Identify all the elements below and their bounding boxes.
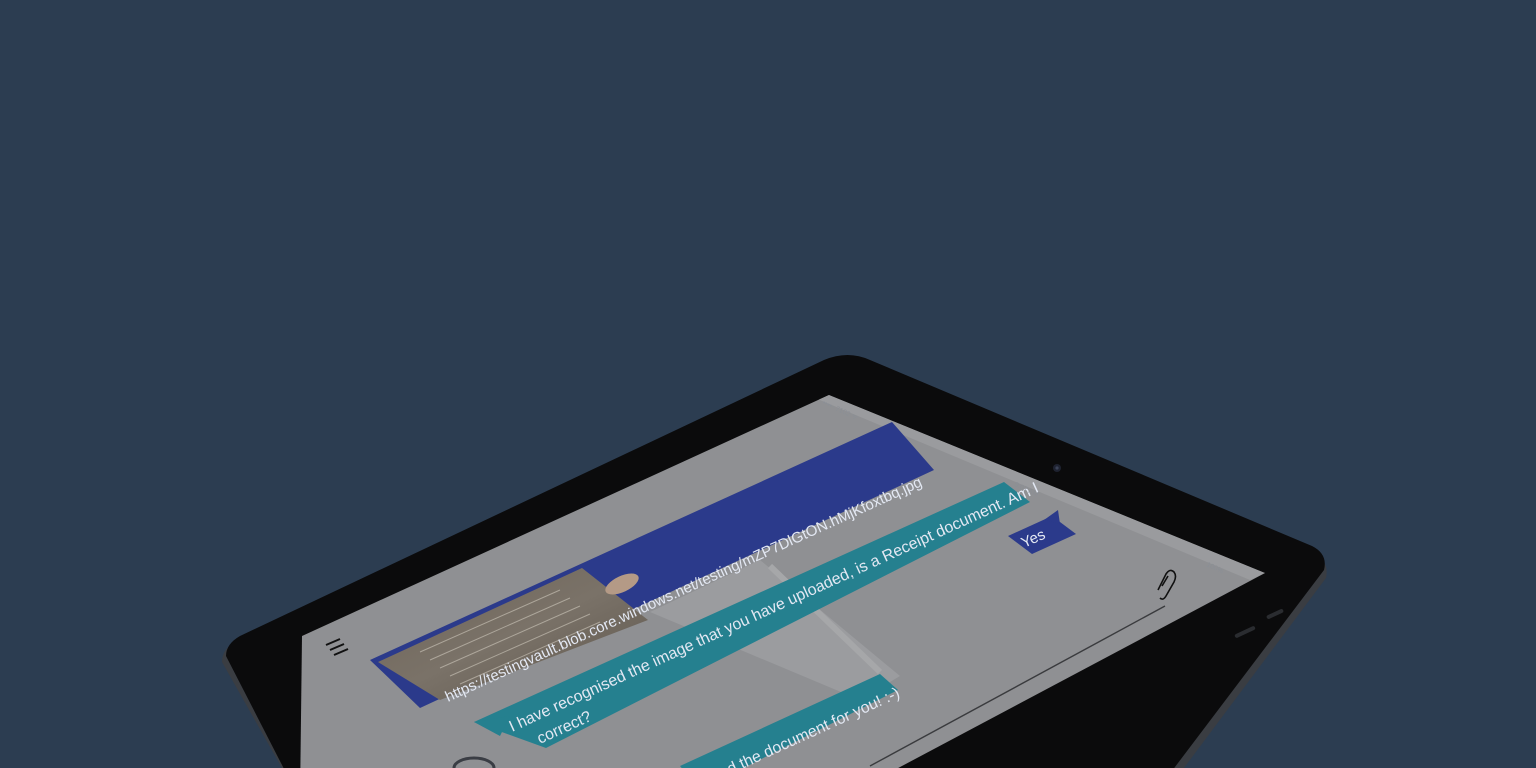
ipad-device: https://testingvault.blob.core.windows.n…: [222, 355, 1327, 768]
scene: https://testingvault.blob.core.windows.n…: [0, 0, 1536, 768]
